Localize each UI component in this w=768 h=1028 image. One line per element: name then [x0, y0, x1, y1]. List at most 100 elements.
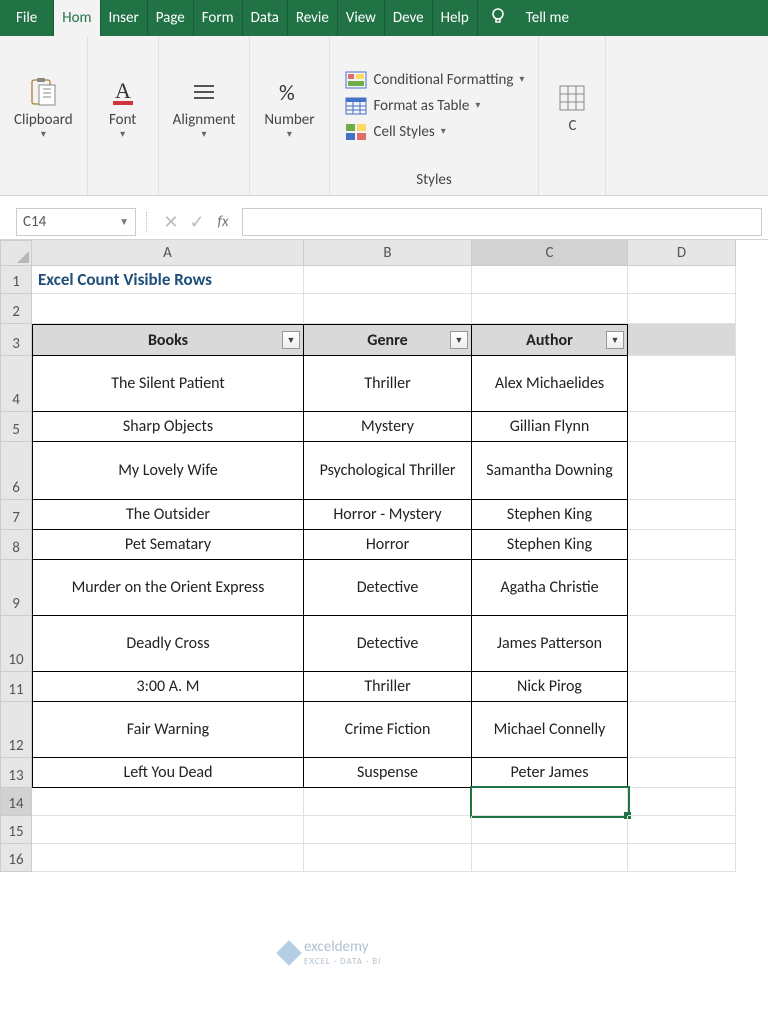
column-header-D[interactable]: D	[628, 240, 736, 266]
table-cell[interactable]: Suspense	[304, 758, 472, 788]
paste-button[interactable]: Clipboard ▾	[8, 69, 79, 144]
number-button[interactable]: % Number ▾	[258, 69, 320, 144]
table-cell[interactable]: 3:00 A. M	[32, 672, 304, 702]
conditional-formatting-button[interactable]: Conditional Formatting ▾	[344, 70, 525, 90]
cell[interactable]	[32, 844, 304, 872]
row-header[interactable]: 6	[0, 442, 32, 500]
table-header-books[interactable]: Books ▼	[32, 324, 304, 356]
tab-insert[interactable]: Inser	[101, 0, 148, 36]
row-header[interactable]: 11	[0, 672, 32, 702]
tab-file[interactable]: File	[0, 0, 54, 36]
cell[interactable]	[472, 294, 628, 324]
sheet-title[interactable]: Excel Count Visible Rows	[32, 266, 304, 294]
tab-formulas[interactable]: Form	[194, 0, 243, 36]
table-cell[interactable]: Gillian Flynn	[472, 412, 628, 442]
active-cell[interactable]	[472, 788, 628, 816]
row-header[interactable]: 14	[0, 788, 32, 816]
cell[interactable]	[628, 758, 736, 788]
select-all-corner[interactable]	[0, 240, 32, 266]
row-header[interactable]: 12	[0, 702, 32, 758]
table-cell[interactable]: Detective	[304, 560, 472, 616]
cell[interactable]	[628, 702, 736, 758]
table-header-genre[interactable]: Genre ▼	[304, 324, 472, 356]
cell[interactable]	[304, 294, 472, 324]
cell[interactable]	[32, 816, 304, 844]
format-as-table-button[interactable]: Format as Table ▾	[344, 96, 525, 116]
cell[interactable]	[472, 844, 628, 872]
chevron-down-icon[interactable]: ▼	[119, 215, 129, 228]
cell[interactable]	[304, 816, 472, 844]
row-header[interactable]: 10	[0, 616, 32, 672]
cell[interactable]	[628, 412, 736, 442]
table-cell[interactable]: Agatha Christie	[472, 560, 628, 616]
table-cell[interactable]: Horror	[304, 530, 472, 560]
cell[interactable]	[304, 788, 472, 816]
table-cell[interactable]: The Silent Patient	[32, 356, 304, 412]
table-cell[interactable]: Thriller	[304, 672, 472, 702]
cell[interactable]	[628, 500, 736, 530]
table-cell[interactable]: Alex Michaelides	[472, 356, 628, 412]
row-header[interactable]: 1	[0, 266, 32, 294]
row-header[interactable]: 7	[0, 500, 32, 530]
cell[interactable]	[628, 294, 736, 324]
table-cell[interactable]: Detective	[304, 616, 472, 672]
table-cell[interactable]: Fair Warning	[32, 702, 304, 758]
row-header[interactable]: 3	[0, 324, 32, 356]
filter-button[interactable]: ▼	[450, 331, 468, 349]
tab-view[interactable]: View	[338, 0, 385, 36]
tab-review[interactable]: Revie	[288, 0, 338, 36]
lightbulb-icon[interactable]	[488, 6, 508, 31]
cell[interactable]	[472, 816, 628, 844]
cells-button[interactable]: C	[545, 75, 599, 139]
table-cell[interactable]: Pet Sematary	[32, 530, 304, 560]
table-cell[interactable]: Sharp Objects	[32, 412, 304, 442]
cell[interactable]	[628, 442, 736, 500]
table-cell[interactable]: Michael Connelly	[472, 702, 628, 758]
cell[interactable]	[304, 266, 472, 294]
alignment-button[interactable]: Alignment ▾	[167, 69, 242, 144]
cell[interactable]	[628, 324, 736, 356]
table-cell[interactable]: James Patterson	[472, 616, 628, 672]
cells-area[interactable]: Excel Count Visible Rows Books ▼ Genre	[32, 266, 736, 872]
row-header[interactable]: 4	[0, 356, 32, 412]
cell[interactable]	[628, 616, 736, 672]
table-cell[interactable]: Psychological Thriller	[304, 442, 472, 500]
name-box[interactable]: C14 ▼	[16, 208, 136, 236]
row-header[interactable]: 16	[0, 844, 32, 872]
cell[interactable]	[628, 672, 736, 702]
table-cell[interactable]: Murder on the Orient Express	[32, 560, 304, 616]
table-cell[interactable]: Thriller	[304, 356, 472, 412]
cell[interactable]	[32, 788, 304, 816]
tab-developer[interactable]: Deve	[385, 0, 433, 36]
tab-data[interactable]: Data	[243, 0, 288, 36]
table-cell[interactable]: Deadly Cross	[32, 616, 304, 672]
row-header[interactable]: 15	[0, 816, 32, 844]
table-cell[interactable]: Crime Fiction	[304, 702, 472, 758]
cell[interactable]	[628, 356, 736, 412]
cell[interactable]	[304, 844, 472, 872]
cell[interactable]	[628, 788, 736, 816]
column-header-C[interactable]: C	[472, 240, 628, 266]
cell[interactable]	[628, 844, 736, 872]
table-cell[interactable]: Stephen King	[472, 530, 628, 560]
cell-styles-button[interactable]: Cell Styles ▾	[344, 122, 525, 142]
tab-page-layout[interactable]: Page	[148, 0, 194, 36]
row-header[interactable]: 5	[0, 412, 32, 442]
insert-function-button[interactable]: fx	[210, 213, 236, 231]
cell[interactable]	[32, 294, 304, 324]
table-cell[interactable]: Mystery	[304, 412, 472, 442]
cell[interactable]	[628, 530, 736, 560]
table-cell[interactable]: Nick Pirog	[472, 672, 628, 702]
row-header[interactable]: 2	[0, 294, 32, 324]
column-header-B[interactable]: B	[304, 240, 472, 266]
tab-home[interactable]: Hom	[54, 0, 100, 36]
filter-button[interactable]: ▼	[606, 331, 624, 349]
table-cell[interactable]: The Outsider	[32, 500, 304, 530]
table-cell[interactable]: Horror - Mystery	[304, 500, 472, 530]
table-cell[interactable]: Left You Dead	[32, 758, 304, 788]
row-header[interactable]: 9	[0, 560, 32, 616]
tell-me-search[interactable]: Tell me	[518, 9, 577, 27]
cell[interactable]	[628, 266, 736, 294]
table-cell[interactable]: My Lovely Wife	[32, 442, 304, 500]
enter-formula-button[interactable]: ✓	[184, 211, 210, 233]
